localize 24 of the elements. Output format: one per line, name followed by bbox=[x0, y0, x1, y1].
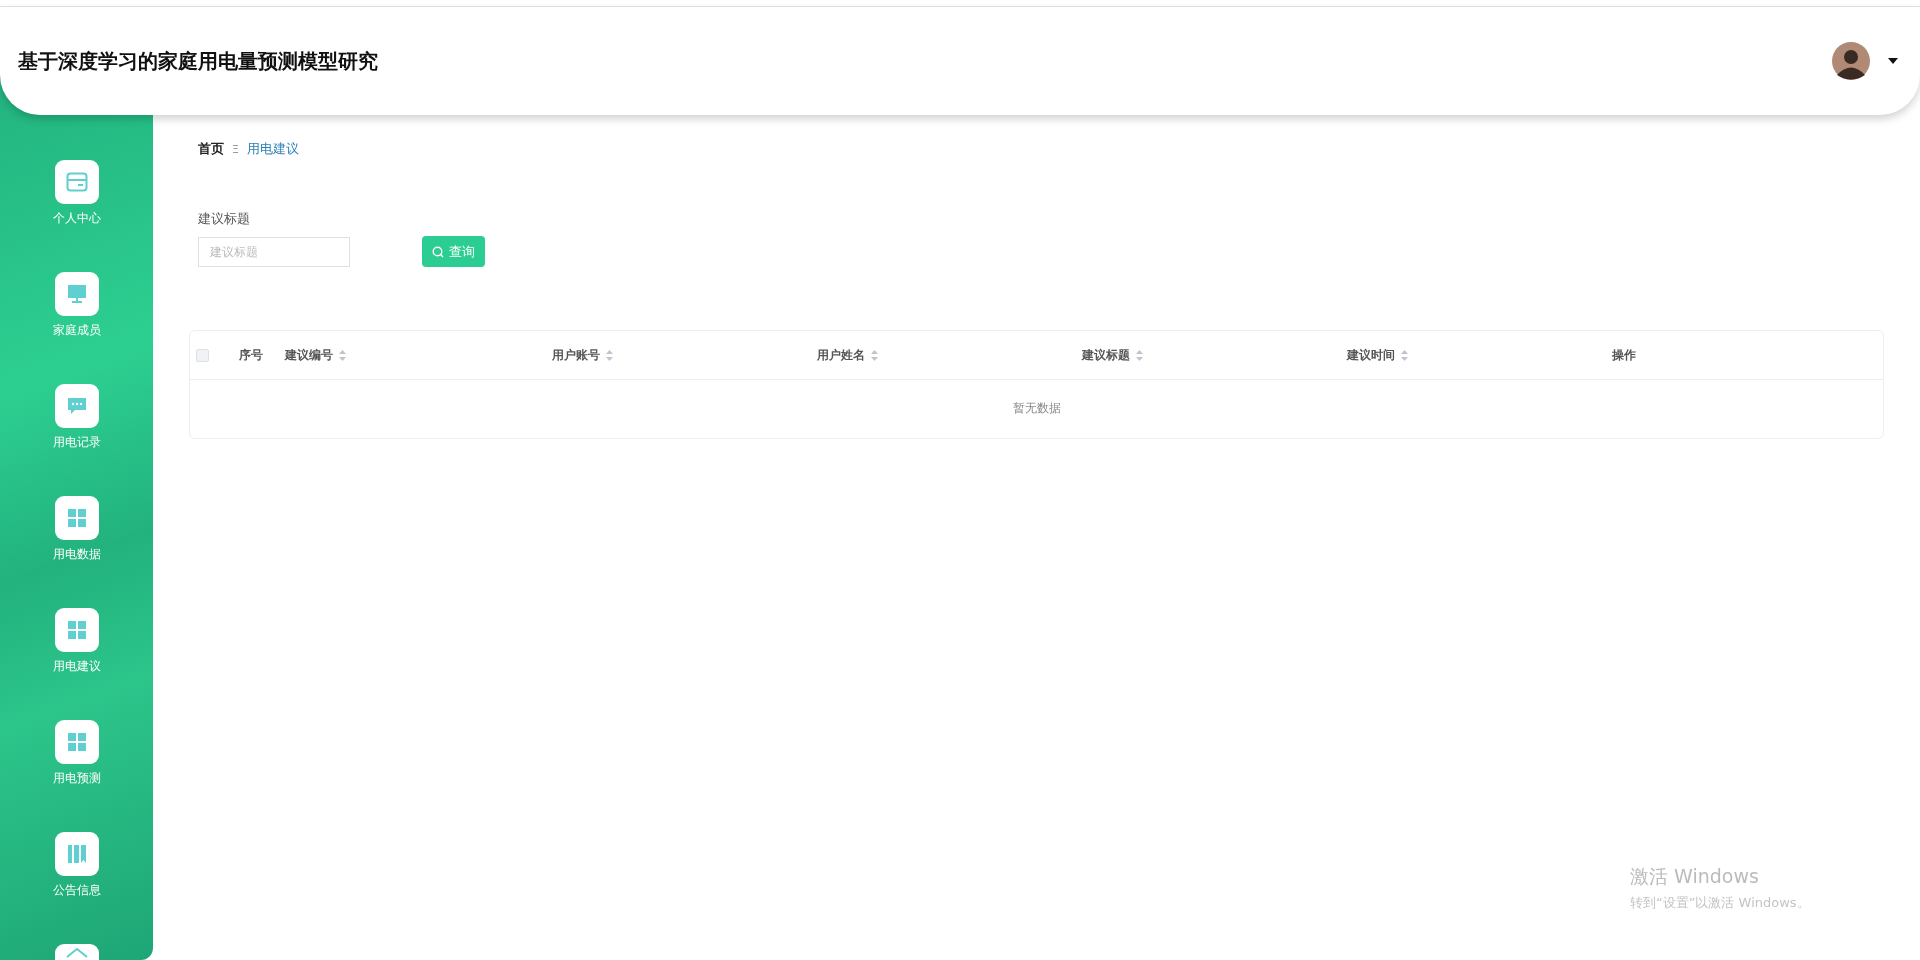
activation-title: 激活 Windows bbox=[1630, 864, 1760, 889]
breadcrumb-separator: Ξ bbox=[232, 142, 239, 156]
column-header: 序号 bbox=[239, 346, 263, 364]
column-header: 建议标题 bbox=[1082, 346, 1130, 364]
menu-label[interactable]: 用电记录 bbox=[52, 434, 101, 451]
column-header: 用户账号 bbox=[552, 346, 600, 364]
empty-message: 暂无数据 bbox=[1012, 400, 1061, 417]
menu-label[interactable]: 公告信息 bbox=[52, 882, 101, 899]
search-button[interactable]: 查询 bbox=[422, 236, 485, 267]
search-field[interactable]: 建议标题 bbox=[198, 237, 350, 267]
activation-text: 转到“设置”以激活 Windows。 bbox=[1630, 894, 1810, 912]
menu-label[interactable]: 用电预测 bbox=[52, 770, 101, 787]
app-title: 基于深度学习的家庭用电量预测模型研究 bbox=[18, 47, 378, 75]
column-header: 操作 bbox=[1612, 346, 1636, 364]
breadcrumb-item[interactable]: 首页 bbox=[198, 140, 224, 158]
field-label: 建议标题 bbox=[198, 210, 251, 228]
menu-label[interactable]: 个人中心 bbox=[52, 210, 101, 227]
menu-label[interactable]: 用电建议 bbox=[52, 658, 101, 675]
breadcrumb-item[interactable]: 用电建议 bbox=[246, 140, 299, 158]
menu-label[interactable]: 用电数据 bbox=[52, 546, 101, 563]
column-header: 用户姓名 bbox=[817, 346, 865, 364]
column-header: 建议编号 bbox=[285, 346, 333, 364]
column-header: 建议时间 bbox=[1347, 346, 1395, 364]
menu-label[interactable]: 家庭成员 bbox=[52, 322, 101, 339]
